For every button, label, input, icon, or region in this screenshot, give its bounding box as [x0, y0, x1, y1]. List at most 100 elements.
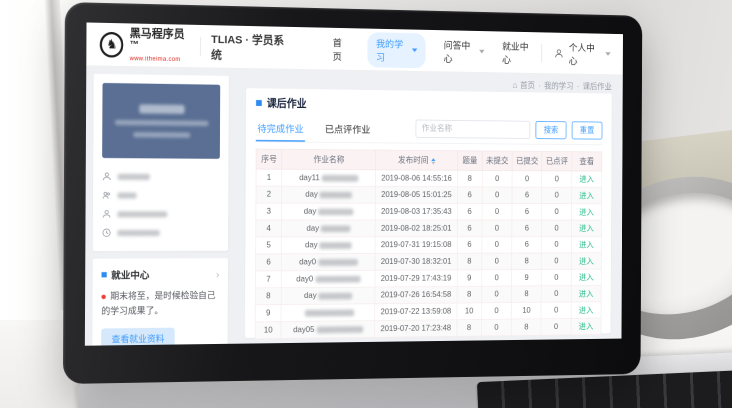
- table-cell: 9: [457, 270, 482, 287]
- table-cell: 6: [457, 187, 482, 204]
- reset-button[interactable]: 重置: [572, 121, 603, 139]
- table-cell: 2019-08-02 18:25:01: [375, 220, 457, 237]
- employment-title: 就业中心: [111, 267, 212, 282]
- table-cell: 0: [482, 220, 512, 237]
- column-header-4: 未提交: [482, 151, 512, 171]
- table-cell: 2019-07-20 17:23:48: [375, 320, 457, 338]
- table-cell: 8: [511, 319, 541, 336]
- employment-panel: 就业中心 › 期末将至，是时候检验自己的学习成果了。 查看就业资料: [92, 258, 228, 346]
- breadcrumb-item[interactable]: 我的学习: [544, 82, 573, 91]
- homework-name-cell: day11: [282, 169, 376, 186]
- laptop-screen: ♞ 黑马程序员™ www.itheima.com TLIAS · 学员系统 首页…: [85, 22, 623, 345]
- title-row: 课后作业: [256, 96, 602, 115]
- name-redacted: [320, 242, 352, 249]
- tab-pending-homework[interactable]: 待完成作业: [256, 115, 305, 142]
- field-value-redacted: [118, 173, 150, 179]
- profile-field: [102, 186, 220, 205]
- tabs-row: 待完成作业 已点评作业 搜索 重置: [256, 115, 603, 145]
- name-redacted: [315, 276, 360, 283]
- table-cell: 6: [512, 237, 542, 254]
- table-cell: 6: [256, 254, 282, 271]
- column-header-5: 已提交: [512, 151, 542, 171]
- enter-homework-link[interactable]: 进入: [579, 306, 594, 315]
- table-cell: 6: [457, 203, 482, 220]
- column-header-2[interactable]: 发布时间: [375, 150, 457, 170]
- home-icon: ⌂: [512, 80, 517, 90]
- table-cell: 0: [482, 253, 512, 270]
- enter-homework-link[interactable]: 进入: [579, 274, 594, 283]
- enter-homework-link[interactable]: 进入: [579, 290, 594, 299]
- enter-homework-link[interactable]: 进入: [579, 241, 594, 250]
- table-row: 1day112019-08-06 14:55:168000进入: [256, 169, 602, 187]
- table-cell: 8: [457, 286, 482, 303]
- page-body: 就业中心 › 期末将至，是时候检验自己的学习成果了。 查看就业资料 ⌂: [85, 66, 623, 346]
- user-icon: [554, 47, 564, 59]
- laptop: ♞ 黑马程序员™ www.itheima.com TLIAS · 学员系统 首页…: [63, 2, 642, 384]
- nav-items: 首页我的学习问答中心就业中心: [333, 31, 535, 70]
- enter-homework-link[interactable]: 进入: [579, 257, 594, 266]
- breadcrumb-items: 首页·我的学习·课后作业: [520, 81, 612, 91]
- nav-item-2[interactable]: 问答中心: [444, 37, 485, 65]
- table-cell: 0: [542, 220, 572, 236]
- sidebar: 就业中心 › 期末将至，是时候检验自己的学习成果了。 查看就业资料: [85, 66, 236, 346]
- enter-homework-link[interactable]: 进入: [579, 176, 594, 185]
- table-row: 4day2019-08-02 18:25:016060进入: [256, 220, 602, 237]
- view-employment-material-button[interactable]: 查看就业资料: [101, 327, 175, 345]
- enter-homework-link[interactable]: 进入: [579, 323, 594, 332]
- table-cell: 0: [481, 303, 511, 320]
- breadcrumb-item[interactable]: 首页: [520, 81, 535, 90]
- table-cell: 2019-07-26 16:54:58: [375, 286, 457, 303]
- name-redacted: [305, 309, 354, 316]
- action-cell: 进入: [571, 253, 601, 269]
- field-value-redacted: [117, 230, 160, 236]
- employment-notice-text: 期末将至，是时候检验自己的学习成果了。: [101, 290, 215, 316]
- action-cell: 进入: [571, 220, 601, 236]
- enter-homework-link[interactable]: 进入: [579, 208, 594, 217]
- user-menu[interactable]: 个人中心: [534, 39, 610, 68]
- table-cell: 8: [512, 253, 542, 270]
- table-cell: 4: [256, 220, 282, 237]
- section-bullet-icon: [102, 272, 107, 277]
- column-header-7: 查看: [572, 152, 602, 171]
- action-cell: 进入: [571, 318, 601, 335]
- nav-item-0[interactable]: 首页: [333, 35, 350, 63]
- table-row: 5day2019-07-31 19:15:086060进入: [256, 236, 602, 254]
- photo-scene: ♞ 黑马程序员™ www.itheima.com TLIAS · 学员系统 首页…: [0, 0, 732, 408]
- table-cell: 0: [542, 253, 572, 270]
- field-value-redacted: [117, 211, 167, 217]
- table-cell: 8: [457, 253, 482, 270]
- nav-item-3[interactable]: 就业中心: [502, 38, 534, 66]
- brand-block[interactable]: 黑马程序员™ www.itheima.com: [130, 28, 191, 63]
- nav-item-1[interactable]: 我的学习: [368, 32, 426, 68]
- red-dot-icon: [101, 294, 105, 299]
- homework-name-cell: day0: [281, 270, 375, 287]
- navbar-divider: [200, 36, 201, 55]
- table-row: 6day02019-07-30 18:32:018080进入: [256, 253, 602, 271]
- profile-field: [102, 223, 220, 242]
- enter-homework-link[interactable]: 进入: [579, 192, 594, 201]
- product-title: TLIAS · 学员系统: [211, 31, 290, 64]
- table-cell: 10: [255, 322, 281, 339]
- homework-name-input[interactable]: [416, 119, 531, 138]
- page-title: 课后作业: [267, 96, 307, 111]
- table-cell: 9: [255, 305, 281, 322]
- column-header-3: 题量: [457, 151, 482, 171]
- action-cell: 进入: [571, 302, 601, 319]
- employment-header[interactable]: 就业中心 ›: [101, 267, 219, 282]
- name-redacted: [320, 191, 352, 198]
- table-cell: 10: [511, 302, 541, 319]
- chevron-down-icon: [479, 50, 484, 54]
- search-button[interactable]: 搜索: [536, 121, 567, 139]
- table-cell: 0: [481, 319, 511, 336]
- homework-name-cell: day: [281, 287, 375, 305]
- enter-homework-link[interactable]: 进入: [579, 225, 594, 234]
- brand-site: www.itheima.com: [130, 55, 191, 63]
- title-bullet-icon: [256, 100, 262, 106]
- brand-logo-icon[interactable]: ♞: [100, 31, 124, 57]
- tab-reviewed-homework[interactable]: 已点评作业: [323, 116, 372, 143]
- action-cell: 进入: [571, 285, 601, 302]
- table-cell: 8: [255, 288, 281, 305]
- column-header-1: 作业名称: [282, 149, 376, 169]
- breadcrumb-separator: ·: [577, 82, 579, 91]
- user-menu-label: 个人中心: [569, 40, 600, 68]
